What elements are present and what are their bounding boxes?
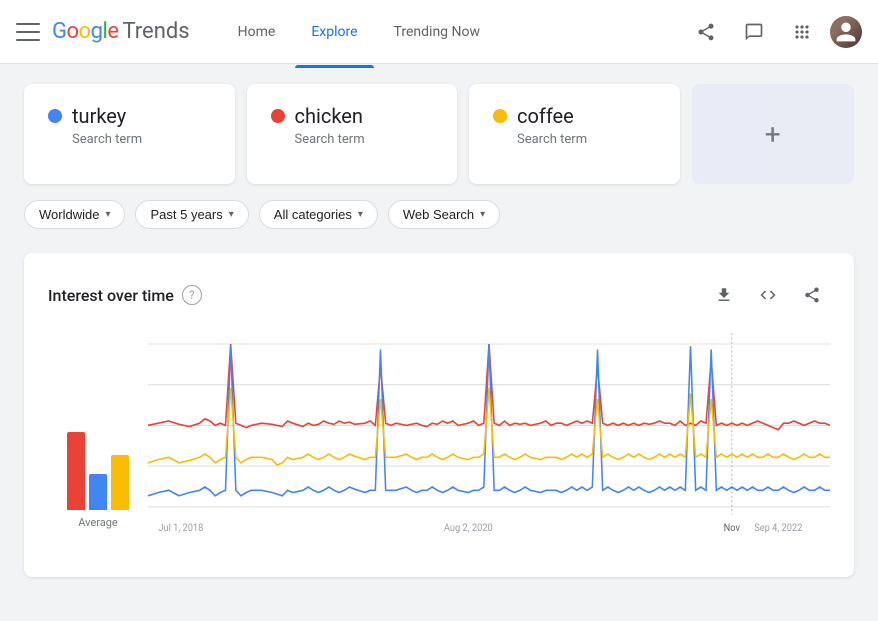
chart-header: Interest over time ?: [48, 277, 830, 313]
download-button[interactable]: [706, 277, 742, 313]
avg-bar-coffee: [111, 455, 129, 510]
term-card-chicken: chicken Search term: [247, 84, 458, 184]
term-dot-chicken: [271, 109, 285, 123]
chart-title: Interest over time: [48, 286, 174, 305]
term-label-chicken: Search term: [295, 132, 434, 147]
term-name-turkey: turkey: [72, 104, 126, 128]
term-dot-coffee: [493, 109, 507, 123]
term-label-turkey: Search term: [72, 132, 211, 147]
avg-bar-turkey: [89, 474, 107, 510]
plus-icon: +: [765, 118, 781, 151]
interest-over-time-section: Interest over time ?: [24, 253, 854, 577]
filter-search-type[interactable]: Web Search ▾: [388, 200, 500, 229]
chevron-down-icon: ▾: [105, 209, 110, 220]
feedback-button[interactable]: [734, 12, 774, 52]
svg-text:Sep 4, 2022: Sep 4, 2022: [754, 523, 803, 534]
chart-title-group: Interest over time ?: [48, 285, 202, 305]
nav-explore[interactable]: Explore: [295, 16, 373, 48]
term-name-chicken: chicken: [295, 104, 363, 128]
apps-button[interactable]: [782, 12, 822, 52]
header-actions: [686, 12, 862, 52]
search-terms-row: turkey Search term chicken Search term c…: [24, 84, 854, 184]
avatar[interactable]: [830, 16, 862, 48]
term-dot-turkey: [48, 109, 62, 123]
term-card-coffee: coffee Search term: [469, 84, 680, 184]
filter-category[interactable]: All categories ▾: [259, 200, 378, 229]
term-header-chicken: chicken: [271, 104, 434, 128]
logo: Google Trends: [52, 19, 190, 44]
svg-text:Aug 2, 2020: Aug 2, 2020: [444, 523, 493, 534]
chart-svg: 100 75 50 25 Nov Jul 1, 2018 Aug 2, 2020…: [148, 333, 830, 553]
term-name-coffee: coffee: [517, 104, 574, 128]
main-nav: Home Explore Trending Now: [222, 16, 686, 48]
average-legend: Average: [48, 333, 148, 553]
app-header: Google Trends Home Explore Trending Now: [0, 0, 878, 64]
embed-button[interactable]: [750, 277, 786, 313]
logo-trends: Trends: [122, 19, 189, 44]
term-header-turkey: turkey: [48, 104, 211, 128]
avg-bar-chicken: [67, 432, 85, 510]
nav-trending[interactable]: Trending Now: [378, 16, 496, 48]
term-card-turkey: turkey Search term: [24, 84, 235, 184]
filters-row: Worldwide ▾ Past 5 years ▾ All categorie…: [24, 200, 854, 229]
menu-icon[interactable]: [16, 20, 40, 44]
term-header-coffee: coffee: [493, 104, 656, 128]
filter-period[interactable]: Past 5 years ▾: [135, 200, 248, 229]
chart-actions: [706, 277, 830, 313]
avg-label: Average: [78, 516, 118, 529]
chevron-down-icon: ▾: [480, 209, 485, 220]
share-chart-button[interactable]: [794, 277, 830, 313]
term-label-coffee: Search term: [517, 132, 656, 147]
chart-area: Average 100 75 50 25: [48, 333, 830, 553]
add-term-button[interactable]: +: [692, 84, 855, 184]
chevron-down-icon: ▾: [358, 209, 363, 220]
svg-text:Jul 1, 2018: Jul 1, 2018: [158, 523, 203, 534]
svg-text:Nov: Nov: [724, 523, 741, 534]
nav-home[interactable]: Home: [222, 16, 292, 48]
chart-graph: 100 75 50 25 Nov Jul 1, 2018 Aug 2, 2020…: [148, 333, 830, 553]
share-button[interactable]: [686, 12, 726, 52]
info-icon[interactable]: ?: [182, 285, 202, 305]
avg-bars: [67, 410, 129, 510]
main-content: turkey Search term chicken Search term c…: [0, 64, 878, 597]
filter-region[interactable]: Worldwide ▾: [24, 200, 125, 229]
chevron-down-icon: ▾: [229, 209, 234, 220]
logo-google: Google: [52, 19, 118, 44]
